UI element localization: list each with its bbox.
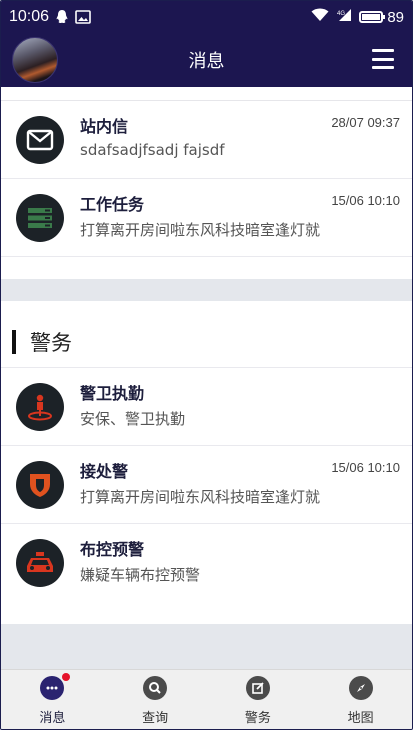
list-item-time: 15/06 10:10 bbox=[331, 460, 400, 475]
tab-map[interactable]: 地图 bbox=[309, 670, 412, 729]
list-item-title: 站内信 bbox=[80, 117, 129, 136]
svg-text:4G: 4G bbox=[337, 11, 345, 17]
status-time: 10:06 bbox=[9, 8, 50, 25]
battery-icon bbox=[359, 11, 386, 23]
car-icon bbox=[16, 539, 64, 587]
image-icon bbox=[75, 10, 91, 24]
section-title: 警务 bbox=[30, 331, 72, 355]
chat-icon bbox=[40, 673, 71, 700]
search-icon bbox=[143, 676, 168, 700]
tab-label: 地图 bbox=[347, 711, 374, 726]
list-item-title: 布控预警 bbox=[80, 540, 145, 559]
tab-messages[interactable]: 消息 bbox=[1, 670, 104, 729]
list-item[interactable]: 警卫执勤 安保、警卫执勤 bbox=[1, 368, 412, 446]
list-item-time: 28/07 09:37 bbox=[331, 115, 400, 130]
hamburger-icon bbox=[372, 49, 394, 52]
list-item[interactable]: 布控预警 嫌疑车辆布控预警 bbox=[1, 524, 412, 602]
list-item-title: 工作任务 bbox=[80, 195, 145, 214]
battery-indicator: 89 bbox=[359, 9, 404, 26]
unread-badge bbox=[62, 673, 71, 681]
header-bar: 消息 bbox=[1, 33, 412, 87]
signal-icon: 4G bbox=[335, 8, 353, 26]
list-item-title: 警卫执勤 bbox=[80, 384, 145, 403]
envelope-icon bbox=[16, 116, 64, 164]
shield-icon bbox=[16, 461, 64, 509]
app-frame: 10:06 4G 89 消息 站内信 sdafsadjfsadj fajsdf … bbox=[0, 0, 413, 730]
task-list-icon bbox=[16, 194, 64, 242]
page-title: 消息 bbox=[188, 51, 225, 72]
tab-label: 警务 bbox=[244, 711, 271, 726]
status-bar: 10:06 4G 89 bbox=[1, 1, 412, 33]
status-right: 4G 89 bbox=[311, 8, 404, 26]
section-header: 警务 bbox=[1, 301, 412, 368]
bottom-tab-bar: 消息 查询 警务 地图 bbox=[1, 669, 412, 729]
section-marker bbox=[12, 330, 16, 354]
message-list[interactable]: 站内信 sdafsadjfsadj fajsdf 28/07 09:37 工作任… bbox=[1, 87, 412, 669]
list-item-time: 15/06 10:10 bbox=[331, 193, 400, 208]
battery-level: 89 bbox=[387, 8, 404, 26]
list-item-subtitle: 嫌疑车辆布控预警 bbox=[80, 566, 201, 584]
tab-label: 消息 bbox=[39, 711, 66, 726]
qq-icon bbox=[55, 9, 69, 25]
police-card: 警务 警卫执勤 安保、警卫执勤 接处警 打算离开房间啦东风科技暗室逢灯就 15/… bbox=[1, 301, 412, 624]
avatar[interactable] bbox=[12, 37, 58, 83]
wifi-icon bbox=[311, 8, 329, 26]
tab-label: 查询 bbox=[142, 711, 169, 726]
messages-card: 站内信 sdafsadjfsadj fajsdf 28/07 09:37 工作任… bbox=[1, 87, 412, 279]
tab-police[interactable]: 警务 bbox=[207, 670, 310, 729]
menu-button[interactable] bbox=[372, 49, 394, 69]
list-item-subtitle: sdafsadjfsadj fajsdf bbox=[80, 141, 225, 159]
compass-icon bbox=[348, 676, 373, 700]
list-item-subtitle: 打算离开房间啦东风科技暗室逢灯就 bbox=[80, 488, 321, 506]
list-item-title: 接处警 bbox=[80, 462, 129, 481]
list-item-subtitle: 打算离开房间啦东风科技暗室逢灯就 bbox=[80, 221, 321, 239]
list-item-subtitle: 安保、警卫执勤 bbox=[80, 410, 186, 428]
tab-search[interactable]: 查询 bbox=[104, 670, 207, 729]
guard-icon bbox=[16, 383, 64, 431]
edit-icon bbox=[245, 676, 270, 700]
list-item[interactable]: 站内信 sdafsadjfsadj fajsdf 28/07 09:37 bbox=[1, 101, 412, 179]
list-item[interactable]: 接处警 打算离开房间啦东风科技暗室逢灯就 15/06 10:10 bbox=[1, 446, 412, 524]
list-item[interactable]: 工作任务 打算离开房间啦东风科技暗室逢灯就 15/06 10:10 bbox=[1, 179, 412, 257]
